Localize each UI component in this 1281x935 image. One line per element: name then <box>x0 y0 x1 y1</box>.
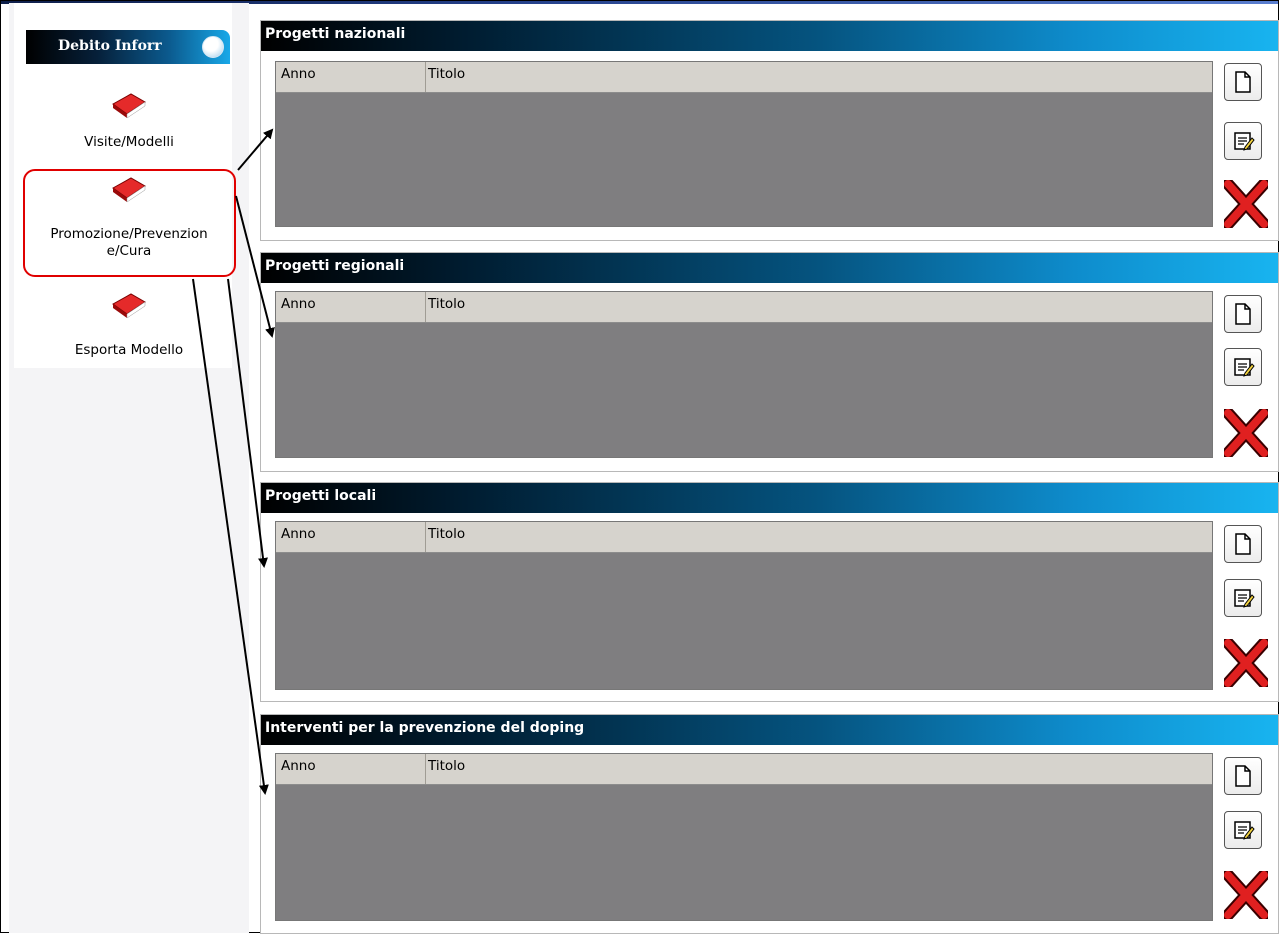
delete-button[interactable] <box>1224 871 1268 919</box>
new-button[interactable] <box>1224 525 1262 563</box>
data-grid[interactable]: Anno Titolo <box>275 291 1213 458</box>
selection-highlight <box>23 169 236 277</box>
toggle-circle-icon[interactable] <box>202 36 224 58</box>
panel-progetti-regionali: Progetti regionali Anno Titolo <box>260 252 1279 472</box>
delete-button[interactable] <box>1224 409 1268 457</box>
panel-header: Progetti nazionali <box>261 21 1278 51</box>
column-header-titolo[interactable]: Titolo <box>428 292 465 326</box>
sidebar-item-label: Esporta Modello <box>74 342 184 358</box>
panel-header: Progetti locali <box>261 483 1278 513</box>
column-header-titolo[interactable]: Titolo <box>428 522 465 556</box>
panel-title: Progetti locali <box>265 488 377 504</box>
data-grid[interactable]: Anno Titolo <box>275 521 1213 690</box>
delete-button[interactable] <box>1224 180 1268 228</box>
new-button[interactable] <box>1224 63 1262 101</box>
column-header-anno[interactable]: Anno <box>276 62 426 92</box>
new-document-icon <box>1235 533 1251 555</box>
new-button[interactable] <box>1224 757 1262 795</box>
edit-document-icon <box>1234 589 1255 608</box>
column-header-titolo[interactable]: Titolo <box>428 62 465 96</box>
panel-title: Progetti nazionali <box>265 26 406 42</box>
panel-header: Progetti regionali <box>261 253 1278 283</box>
column-header-anno[interactable]: Anno <box>276 292 426 322</box>
column-header-titolo[interactable]: Titolo <box>428 754 465 788</box>
grid-header: Anno Titolo <box>276 62 1212 93</box>
sidebar-item-visite-modelli[interactable]: Visite/Modelli <box>9 88 249 151</box>
grid-header: Anno Titolo <box>276 754 1212 785</box>
new-document-icon <box>1235 765 1251 787</box>
data-grid[interactable]: Anno Titolo <box>275 61 1213 227</box>
grid-header: Anno Titolo <box>276 522 1212 553</box>
edit-document-icon <box>1234 358 1255 377</box>
new-document-icon <box>1235 303 1251 325</box>
sidebar-header[interactable]: Debito Inforr <box>26 30 230 64</box>
edit-button[interactable] <box>1224 811 1262 849</box>
edit-button[interactable] <box>1224 348 1262 386</box>
sidebar-item-esporta-modello[interactable]: Esporta Modello <box>9 288 249 359</box>
panel-progetti-locali: Progetti locali Anno Titolo <box>260 482 1279 702</box>
column-header-anno[interactable]: Anno <box>276 522 426 552</box>
data-grid[interactable]: Anno Titolo <box>275 753 1213 921</box>
edit-button[interactable] <box>1224 122 1262 160</box>
panel-header: Interventi per la prevenzione del doping <box>261 715 1278 745</box>
column-header-anno[interactable]: Anno <box>276 754 426 784</box>
book-icon <box>112 93 146 119</box>
panel-interventi-doping: Interventi per la prevenzione del doping… <box>260 714 1279 934</box>
edit-button[interactable] <box>1224 579 1262 617</box>
delete-button[interactable] <box>1224 639 1268 687</box>
panel-title: Progetti regionali <box>265 258 405 274</box>
panel-title: Interventi per la prevenzione del doping <box>265 720 585 736</box>
edit-document-icon <box>1234 132 1255 151</box>
grid-header: Anno Titolo <box>276 292 1212 323</box>
edit-document-icon <box>1234 821 1255 840</box>
panel-progetti-nazionali: Progetti nazionali Anno Titolo <box>260 20 1279 241</box>
new-document-icon <box>1235 71 1251 93</box>
book-icon <box>112 293 146 319</box>
new-button[interactable] <box>1224 295 1262 333</box>
sidebar-header-label: Debito Inforr <box>58 38 162 54</box>
sidebar-item-label: Visite/Modelli <box>84 134 174 150</box>
